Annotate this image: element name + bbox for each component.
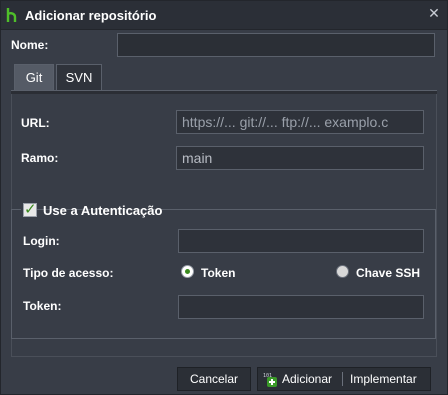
add-repo-icon: 101 bbox=[263, 373, 277, 387]
url-label: URL: bbox=[21, 116, 50, 130]
button-separator bbox=[342, 372, 343, 386]
checkmark-icon: ✓ bbox=[24, 200, 37, 218]
dialog-title: Adicionar repositório bbox=[25, 8, 157, 23]
close-icon[interactable]: ✕ bbox=[427, 7, 441, 21]
branch-label: Ramo: bbox=[21, 151, 59, 165]
login-label: Login: bbox=[23, 234, 60, 248]
name-label: Nome: bbox=[11, 38, 49, 52]
ssh-key-radio-label: Chave SSH bbox=[356, 266, 421, 280]
access-type-label: Tipo de acesso: bbox=[23, 266, 114, 280]
use-authentication-label: Use a Autenticação bbox=[43, 203, 163, 218]
tab-svn[interactable]: SVN bbox=[56, 64, 102, 91]
git-branch-icon bbox=[6, 8, 17, 22]
cancel-button[interactable]: Cancelar bbox=[177, 367, 251, 391]
token-radio[interactable] bbox=[181, 265, 194, 278]
name-input[interactable] bbox=[117, 33, 435, 57]
authentication-legend: ✓ Use a Autenticação bbox=[21, 200, 162, 221]
token-radio-label: Token bbox=[201, 266, 236, 280]
token-label: Token: bbox=[23, 299, 62, 313]
ssh-key-radio[interactable] bbox=[336, 265, 349, 278]
url-input[interactable]: https://... git://... ftp://... examplo.… bbox=[176, 110, 424, 134]
token-input[interactable] bbox=[178, 295, 424, 319]
url-placeholder: https://... git://... ftp://... examplo.… bbox=[182, 114, 389, 130]
add-button[interactable]: Adicionar bbox=[282, 368, 332, 390]
branch-input[interactable]: main bbox=[176, 146, 424, 170]
login-input[interactable] bbox=[178, 229, 424, 253]
use-authentication-checkbox[interactable]: ✓ bbox=[23, 200, 37, 218]
add-implement-button-group: 101 Adicionar Implementar bbox=[257, 367, 431, 391]
dialog-titlebar: Adicionar repositório ✕ bbox=[1, 1, 447, 30]
add-repository-dialog: Adicionar repositório ✕ Nome: Git SVN UR… bbox=[0, 0, 448, 395]
tab-git[interactable]: Git bbox=[14, 64, 54, 91]
implement-button[interactable]: Implementar bbox=[350, 368, 417, 390]
